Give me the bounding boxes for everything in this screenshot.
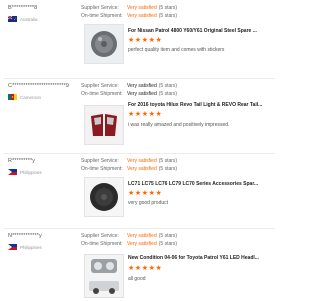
review-comment: very good product <box>128 200 169 206</box>
reviewer-country: Philippines <box>8 168 42 176</box>
rating-stars: ★★★★★ <box>128 111 163 118</box>
review-item: B**********8 Australia Supplier Service:… <box>0 0 279 73</box>
product-title[interactable]: New Condition 04-06 for Toyota Patrol Y6… <box>128 255 259 261</box>
product-thumbnail[interactable] <box>84 105 124 145</box>
supplier-service-row: Supplier Service: Very satisfied (5 stars) <box>81 5 178 11</box>
ph-flag-icon <box>8 244 17 250</box>
shipment-row: On-time Shipment: Very satisfied (5 stars) <box>81 241 178 247</box>
rating-stars: ★★★★★ <box>128 37 163 44</box>
supplier-service-row: Supplier Service: Very satisfied (5 stars) <box>81 158 178 164</box>
reviewer-country: Philippines <box>8 243 42 251</box>
review-item: C************************9 Cameroon Supp… <box>0 78 279 151</box>
au-flag-icon <box>8 16 17 22</box>
review-comment: all good <box>128 276 146 282</box>
rating-stars: ★★★★★ <box>128 190 163 197</box>
product-title[interactable]: For 2016 toyota Hilux Revo Tail Light & … <box>128 102 262 108</box>
reviewer-name: B**********8 <box>8 5 38 11</box>
product-thumbnail[interactable] <box>84 177 124 217</box>
product-title[interactable]: LC71 LC75 LC76 LC79 LC70 Series Accessor… <box>128 181 258 187</box>
spare-wheel-cover-icon <box>91 31 117 57</box>
country-name: Australia <box>20 16 38 22</box>
headlight-icon <box>85 255 123 297</box>
ph-flag-icon <box>8 169 17 175</box>
cm-flag-icon <box>8 94 17 100</box>
reviewer-name: N************y <box>8 233 42 239</box>
product-thumbnail[interactable] <box>84 24 124 64</box>
divider <box>4 228 275 229</box>
review-comment: i was really amazed and positively impre… <box>128 122 230 128</box>
country-name: Cameroon <box>20 94 42 100</box>
supplier-service-row: Supplier Service: Very satisfied (5 stars) <box>81 83 178 89</box>
tail-light-icon <box>85 106 123 144</box>
review-item: R*********y Philippines Supplier Service… <box>0 153 279 226</box>
reviewer-name: C************************9 <box>8 83 69 89</box>
reviewer-name: R*********y <box>8 158 36 164</box>
supplier-service-row: Supplier Service: Very satisfied (5 stars) <box>81 233 178 239</box>
country-name: Philippines <box>20 244 42 250</box>
review-item: N************y Philippines Supplier Serv… <box>0 228 279 301</box>
reviewer-country: Australia <box>8 15 38 23</box>
reviewer-country: Cameroon <box>8 93 41 101</box>
country-name: Philippines <box>20 169 42 175</box>
spare-wheel-cover-icon <box>85 178 123 216</box>
shipment-row: On-time Shipment: Very satisfied (5 stars) <box>81 91 178 97</box>
rating-stars: ★★★★★ <box>128 265 163 272</box>
shipment-row: On-time Shipment: Very satisfied (5 stars) <box>81 13 178 19</box>
divider <box>4 153 275 154</box>
product-thumbnail[interactable] <box>84 254 124 298</box>
review-comment: perfect quality item and comes with stic… <box>128 47 225 53</box>
divider <box>4 78 275 79</box>
shipment-row: On-time Shipment: Very satisfied (5 stars) <box>81 166 178 172</box>
product-title[interactable]: For Nissan Patrol 4800 Y60/Y61 Original … <box>128 28 257 34</box>
